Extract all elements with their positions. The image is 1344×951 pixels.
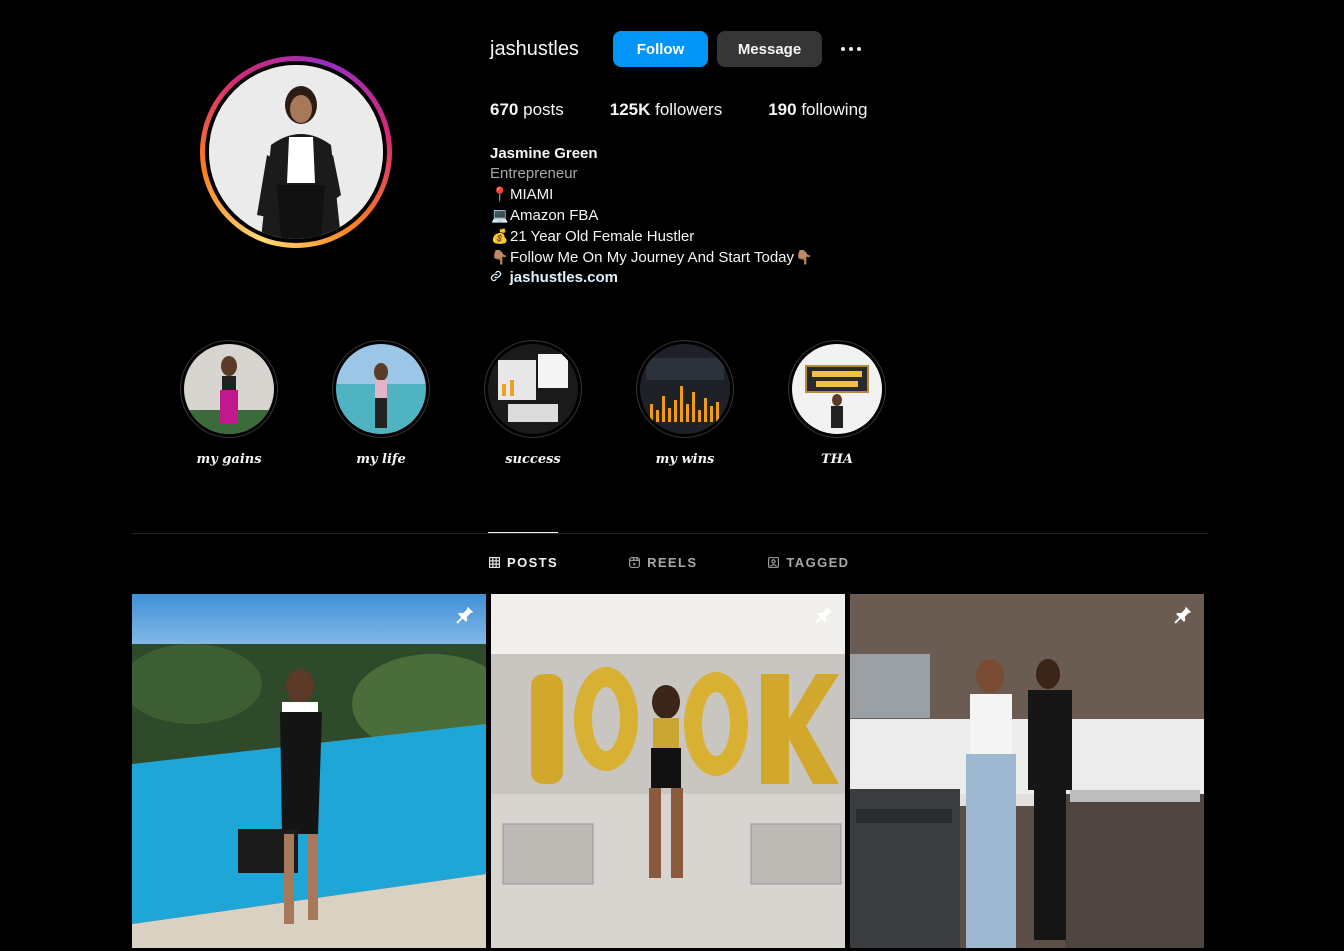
bio-line-location: 📍MIAMI [491, 186, 554, 203]
post-item[interactable] [491, 594, 845, 948]
pin-emoji-icon: 📍 [491, 186, 509, 202]
pin-icon [456, 606, 474, 624]
point-down-emoji-icon: 👇🏽 [491, 249, 509, 265]
post-image-kitchen [850, 594, 1204, 948]
tab-reels[interactable]: REELS [628, 532, 697, 592]
money-bag-emoji-icon: 💰 [491, 228, 509, 244]
laptop-emoji-icon: 💻 [491, 207, 509, 223]
posts-grid [132, 594, 1204, 948]
highlight-my-gains[interactable]: my gains [180, 340, 278, 467]
profile-avatar[interactable] [200, 56, 392, 248]
tagged-icon [768, 557, 780, 568]
highlight-success[interactable]: success [484, 340, 582, 467]
highlight-thumbnail [792, 344, 882, 434]
link-icon [490, 270, 506, 285]
pin-icon [1174, 606, 1192, 624]
bio-link[interactable]: jashustles.com [490, 268, 930, 288]
profile-stats: 670 posts 125K followers 190 following [490, 99, 867, 121]
post-image-pool [132, 594, 486, 948]
post-item[interactable] [850, 594, 1204, 948]
story-highlights: my gains my life success my wins THA [180, 340, 886, 467]
pin-icon [815, 606, 833, 624]
highlight-tha[interactable]: THA [788, 340, 886, 467]
highlight-my-wins[interactable]: my wins [636, 340, 734, 467]
highlight-thumbnail [488, 344, 578, 434]
following-stat[interactable]: 190 following [768, 99, 867, 121]
profile-tabs: POSTS REELS TAGGED [488, 532, 849, 592]
highlight-thumbnail [184, 344, 274, 434]
profile-bio: Jasmine Green Entrepreneur 📍MIAMI 💻Amazo… [490, 144, 930, 288]
username: jashustles [490, 38, 579, 60]
post-item[interactable] [132, 594, 486, 948]
grid-icon [489, 557, 500, 568]
highlight-thumbnail [336, 344, 426, 434]
avatar-photo [209, 65, 383, 239]
tab-posts[interactable]: POSTS [488, 532, 559, 592]
more-options-icon[interactable] [836, 38, 866, 60]
bio-line-business: 💻Amazon FBA [491, 207, 599, 224]
point-down-emoji-icon: 👇🏽 [795, 249, 813, 265]
avatar-gap [205, 61, 387, 243]
followers-stat[interactable]: 125K followers [610, 99, 722, 121]
message-button[interactable]: Message [717, 31, 822, 67]
bio-line-age: 💰21 Year Old Female Hustler [491, 228, 695, 245]
post-image-balloons [491, 594, 845, 948]
full-name: Jasmine Green [490, 145, 598, 162]
highlight-thumbnail [640, 344, 730, 434]
website-link[interactable]: jashustles.com [510, 269, 618, 286]
highlight-my-life[interactable]: my life [332, 340, 430, 467]
bio-line-cta: 👇🏽Follow Me On My Journey And Start Toda… [491, 249, 813, 266]
posts-stat: 670 posts [490, 100, 564, 119]
follow-button[interactable]: Follow [613, 31, 708, 67]
reels-icon [629, 557, 640, 568]
tab-tagged[interactable]: TAGGED [767, 532, 849, 592]
category-label: Entrepreneur [490, 165, 578, 182]
